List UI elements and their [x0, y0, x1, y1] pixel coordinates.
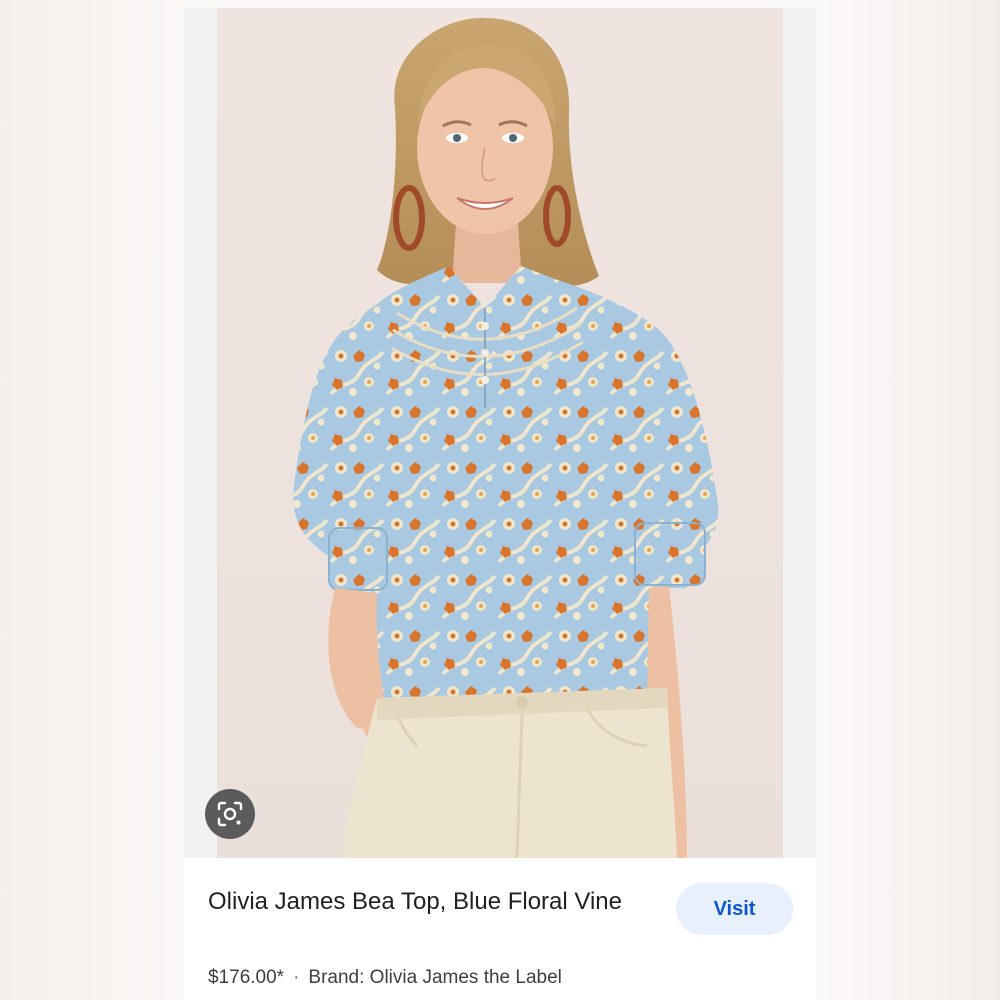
result-card[interactable]: Olivia James Bea Top, Blue Floral Vine V…	[184, 8, 816, 1000]
camera-lens-search-icon	[217, 801, 243, 827]
product-info: Olivia James Bea Top, Blue Floral Vine V…	[184, 858, 816, 1000]
model-illustration	[293, 17, 719, 858]
product-image-area[interactable]	[184, 8, 816, 858]
product-title[interactable]: Olivia James Bea Top, Blue Floral Vine	[208, 884, 638, 919]
product-brand: Brand: Olivia James the Label	[308, 967, 562, 988]
product-photo	[217, 8, 783, 858]
lens-search-button[interactable]	[205, 789, 255, 839]
meta-separator: ·	[293, 967, 300, 988]
product-price: $176.00*	[208, 967, 285, 988]
product-meta: $176.00* · Brand: Olivia James the Label	[208, 967, 562, 989]
visit-button[interactable]: Visit	[676, 883, 793, 935]
